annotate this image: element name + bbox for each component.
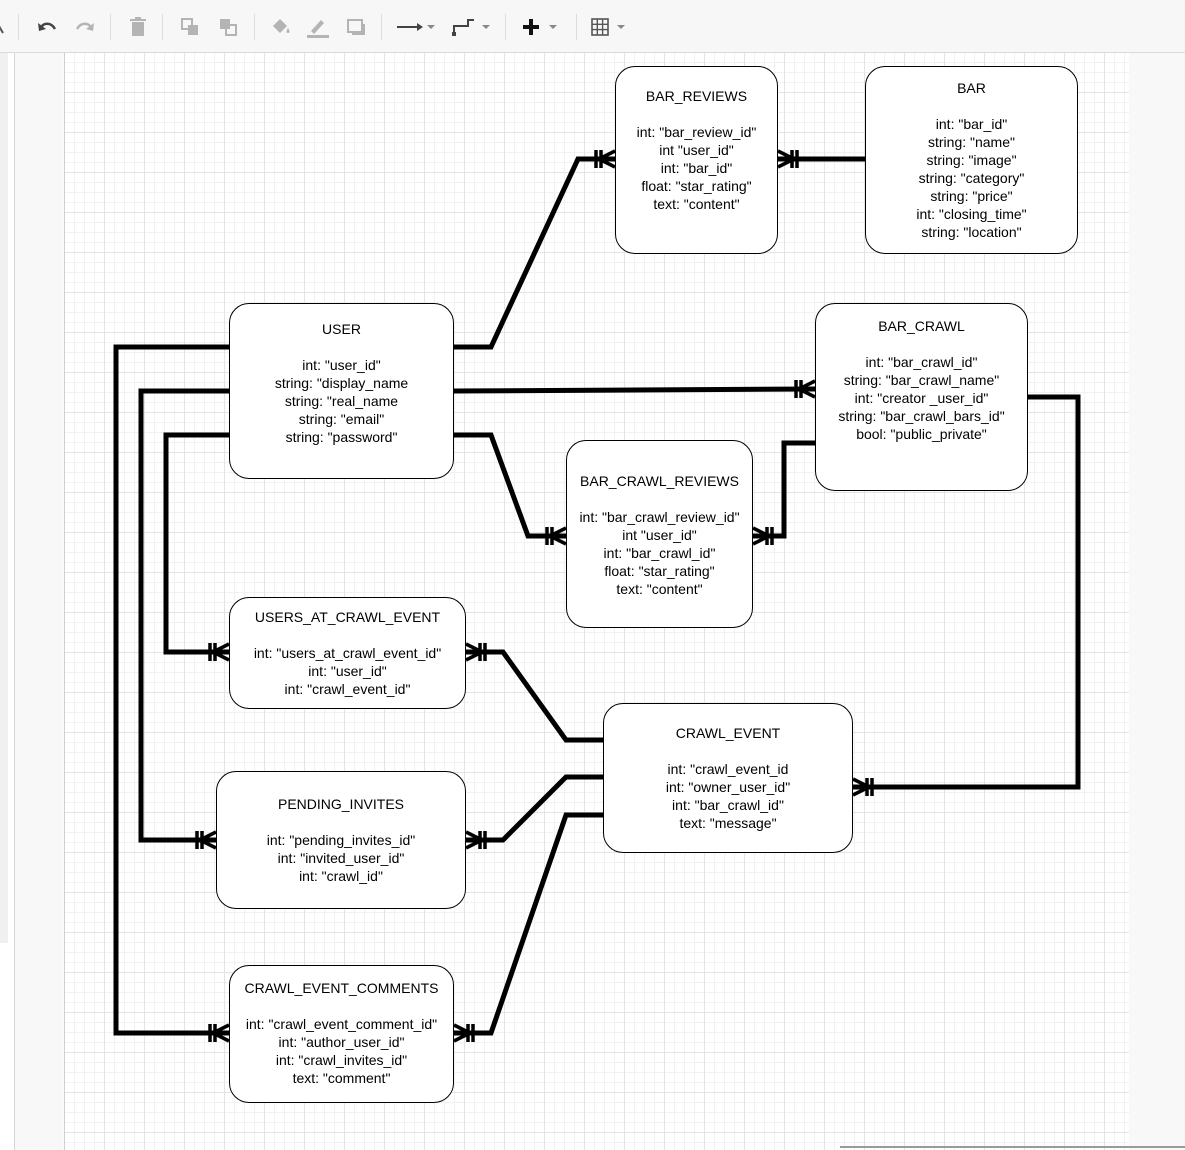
- shadow-icon[interactable]: [343, 14, 369, 40]
- entity-field: int: "crawl_event_comment_id": [245, 1016, 438, 1032]
- entity-field: string: "display_name: [274, 375, 409, 391]
- entity-field: text: "message": [679, 815, 777, 831]
- toolbar-separator: [505, 14, 506, 40]
- entity-field: int: "bar_crawl_id": [603, 545, 716, 561]
- entity-bar-crawl[interactable]: BAR_CRAWL int: "bar_crawl_id" string: "b…: [815, 303, 1028, 491]
- entity-field: int: "pending_invites_id": [266, 832, 416, 848]
- entity-field: int: "author_user_id": [278, 1034, 405, 1050]
- toolbar-separator: [110, 14, 111, 40]
- entity-field: int: "bar_crawl_id": [865, 354, 978, 370]
- entity-field: int "user_id": [622, 527, 697, 543]
- entity-field: int: "crawl_invites_id": [275, 1052, 408, 1068]
- to-back-icon[interactable]: [216, 14, 240, 40]
- entity-title: BAR: [957, 80, 986, 96]
- entity-field: text: "content": [653, 196, 740, 212]
- entity-field: bool: "public_private": [856, 426, 987, 442]
- entity-field: int "user_id": [659, 142, 734, 158]
- entity-bar-reviews[interactable]: BAR_REVIEWS int: "bar_review_id" int "us…: [615, 66, 778, 254]
- entity-field: string: "image": [926, 152, 1017, 168]
- entity-field: float: "star_rating": [604, 563, 715, 579]
- entity-title: USER: [322, 321, 361, 337]
- entity-field: string: "category": [918, 170, 1025, 186]
- canvas-gutter-right: [1129, 53, 1185, 1150]
- entity-title: USERS_AT_CRAWL_EVENT: [254, 609, 441, 625]
- entity-field: int: "crawl_event_id: [667, 761, 789, 777]
- entity-field: text: "comment": [292, 1070, 391, 1086]
- entity-crawl-event-comments[interactable]: CRAWL_EVENT_COMMENTS int: "crawl_event_c…: [229, 965, 454, 1103]
- entity-field: string: "email": [298, 411, 385, 427]
- undo-icon[interactable]: [34, 14, 60, 40]
- toolbar-separator: [381, 14, 382, 40]
- to-front-icon[interactable]: [178, 14, 202, 40]
- entity-field: int: "users_at_crawl_event_id": [253, 645, 442, 661]
- entity-title: BAR_CRAWL: [878, 318, 965, 334]
- entity-field: int: "bar_id": [660, 160, 733, 176]
- entity-title: BAR_REVIEWS: [645, 88, 748, 104]
- entity-field: int: "crawl_event_id": [284, 681, 411, 697]
- entity-field: int: "user_id": [308, 663, 387, 679]
- toolbar-separator: [162, 14, 163, 40]
- entity-field: int: "bar_crawl_review_id": [579, 509, 740, 525]
- entity-field: int: "bar_id": [935, 116, 1008, 132]
- entity-field: float: "star_rating": [641, 178, 752, 194]
- line-color-icon[interactable]: [305, 14, 331, 40]
- entity-title: CRAWL_EVENT: [675, 725, 781, 741]
- left-scrollbar[interactable]: [0, 53, 8, 943]
- entity-field: string: "bar_crawl_name": [843, 372, 1000, 388]
- entity-field: string: "name": [928, 134, 1015, 150]
- entity-field: string: "bar_crawl_bars_id": [838, 408, 1005, 424]
- fill-color-icon[interactable]: [268, 14, 294, 40]
- entity-field: string: "password": [285, 429, 398, 445]
- entity-field: int: "invited_user_id": [277, 850, 405, 866]
- delete-icon[interactable]: [126, 14, 150, 40]
- entity-field: int: "owner_user_id": [665, 779, 791, 795]
- entity-field: int: "bar_crawl_id": [672, 797, 784, 813]
- horizontal-scrollbar[interactable]: [840, 1146, 1185, 1148]
- entity-field: int: "closing_time": [916, 206, 1027, 222]
- toolbar-separator: [18, 14, 19, 40]
- entity-user[interactable]: USER int: "user_id" string: "display_nam…: [229, 303, 454, 479]
- entity-crawl-event[interactable]: CRAWL_EVENT int: "crawl_event_id int: "o…: [603, 703, 853, 853]
- table-icon[interactable]: [589, 14, 633, 40]
- entity-field: text: "content": [616, 581, 703, 597]
- entity-field: string: "real_name: [284, 393, 399, 409]
- toolbar: [0, 0, 1185, 53]
- entity-title: CRAWL_EVENT_COMMENTS: [244, 980, 439, 996]
- entity-title: BAR_CRAWL_REVIEWS: [580, 473, 739, 489]
- entity-title: PENDING_INVITES: [277, 796, 405, 812]
- entity-users-at-crawl-event[interactable]: USERS_AT_CRAWL_EVENT int: "users_at_craw…: [229, 597, 466, 709]
- insert-plus-icon[interactable]: [519, 14, 563, 40]
- canvas-gutter: [15, 53, 63, 1150]
- entity-field: string: "price": [930, 188, 1013, 204]
- waypoints-icon[interactable]: [450, 14, 494, 40]
- entity-field: int: "creator _user_id": [854, 390, 989, 406]
- entity-field: int: "user_id": [302, 357, 381, 373]
- toolbar-separator: [254, 14, 255, 40]
- entity-field: string: "location": [921, 224, 1022, 240]
- redo-icon[interactable]: [72, 14, 98, 40]
- connection-arrow-icon[interactable]: [395, 14, 439, 40]
- toolbar-separator: [576, 14, 577, 40]
- entity-bar[interactable]: BAR int: "bar_id" string: "name" string:…: [865, 66, 1078, 254]
- entity-field: int: "crawl_id": [299, 868, 383, 884]
- entity-field: int: "bar_review_id": [636, 124, 757, 140]
- pointer-icon[interactable]: [0, 14, 8, 40]
- entity-pending-invites[interactable]: PENDING_INVITES int: "pending_invites_id…: [216, 771, 466, 909]
- entity-bar-crawl-reviews[interactable]: BAR_CRAWL_REVIEWS int: "bar_crawl_review…: [566, 440, 753, 628]
